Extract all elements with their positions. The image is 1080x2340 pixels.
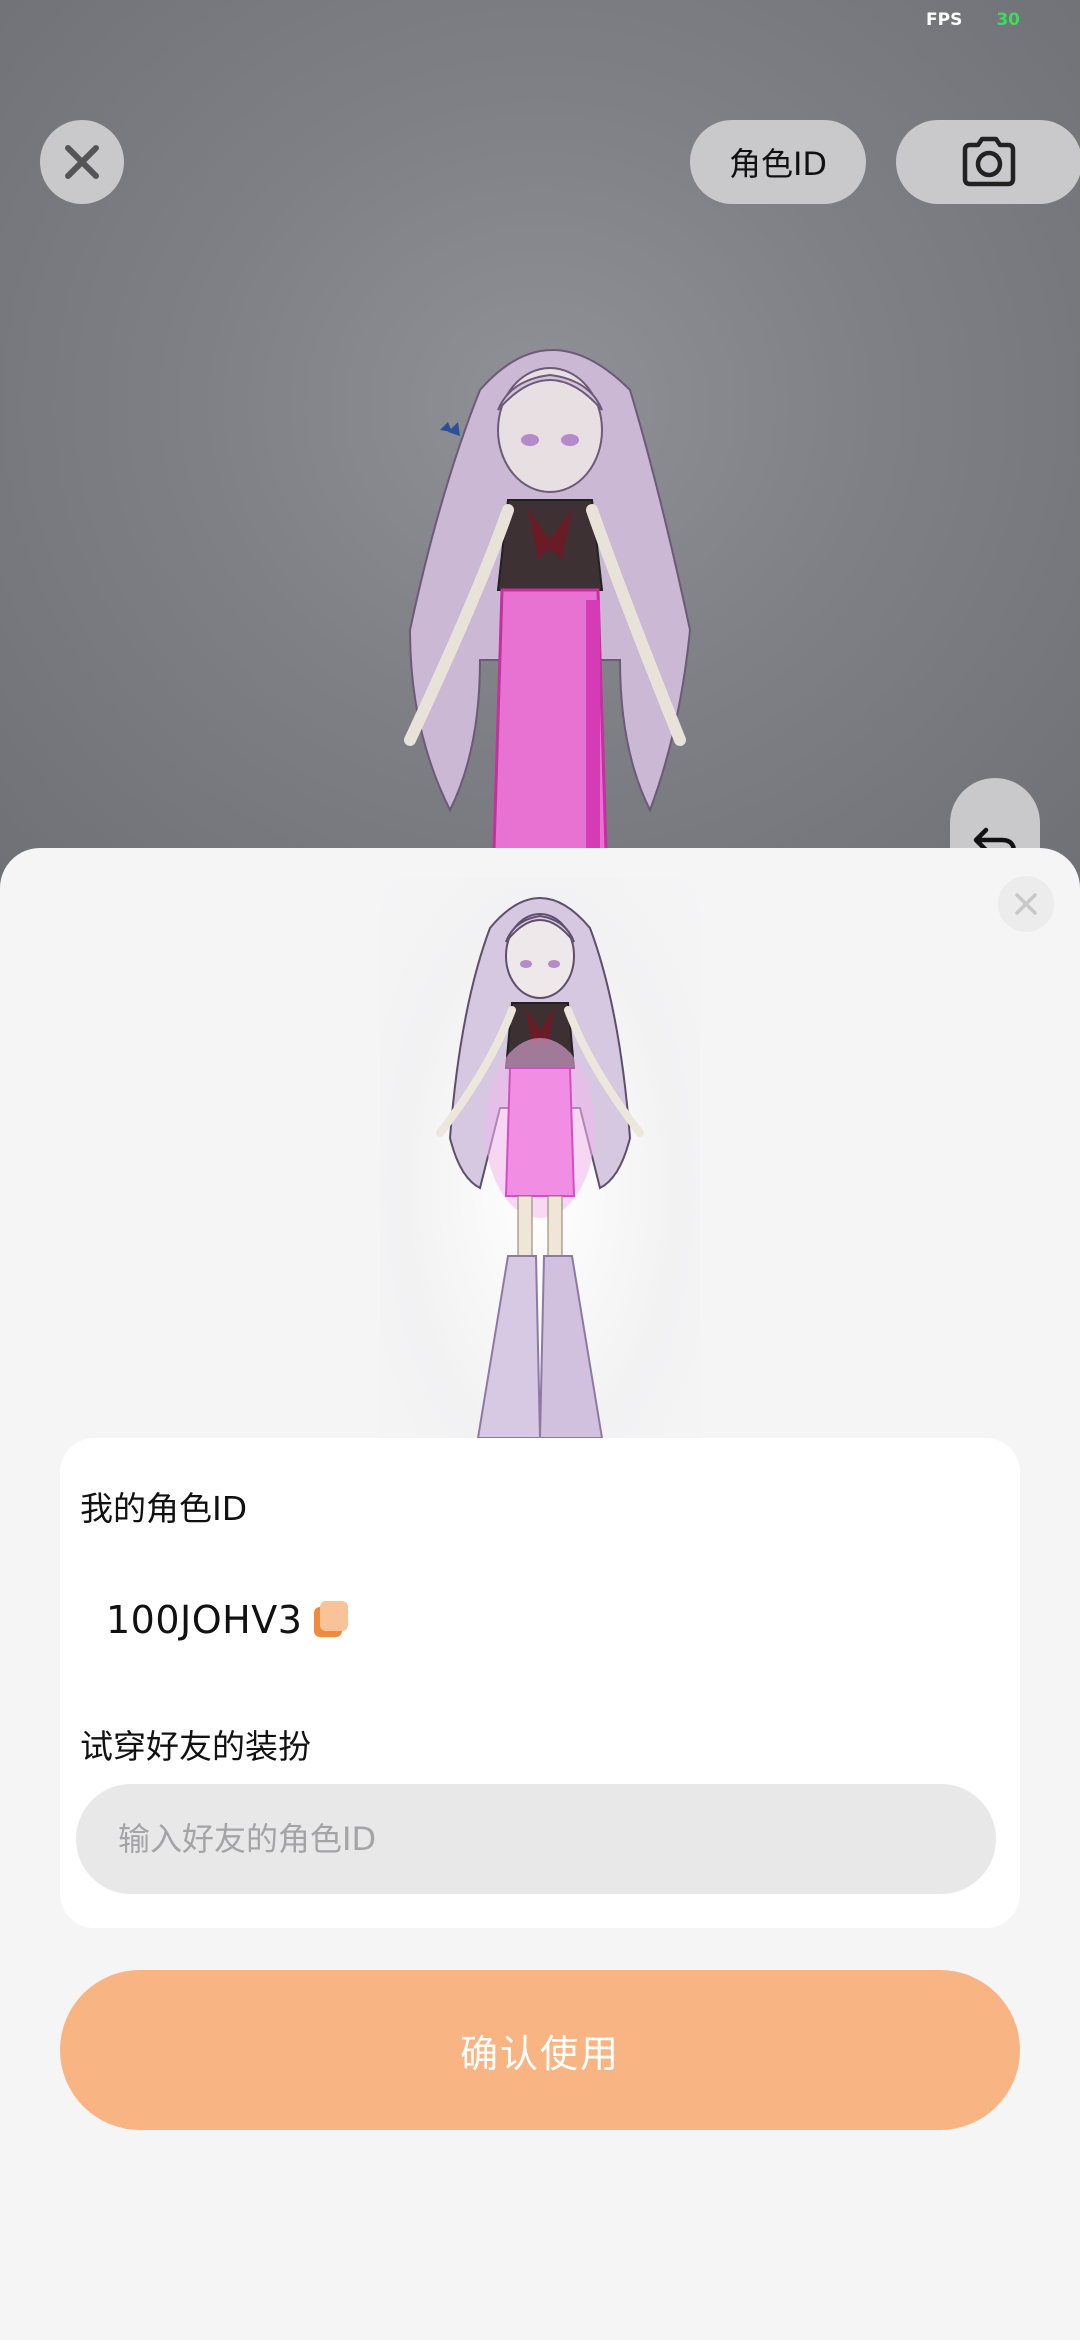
copy-icon[interactable] — [314, 1601, 352, 1639]
role-id-sheet: 我的角色ID 100JOHV3 试穿好友的装扮 确认使用 — [0, 848, 1080, 2340]
sheet-close-button[interactable] — [998, 876, 1054, 932]
try-on-label: 试穿好友的装扮 — [80, 1727, 311, 1766]
camera-button[interactable] — [896, 120, 1080, 204]
character-preview-figure — [436, 897, 644, 1439]
confirm-button[interactable]: 确认使用 — [60, 1970, 1020, 2130]
fps-value: 30 — [996, 10, 1020, 30]
avatar-character — [404, 349, 692, 852]
my-role-id-label: 我的角色ID — [80, 1489, 248, 1528]
close-icon — [65, 145, 99, 179]
close-button[interactable] — [40, 120, 124, 204]
character-preview — [380, 878, 700, 1439]
confirm-button-label: 确认使用 — [459, 2031, 620, 2076]
fps-label: FPS — [926, 10, 963, 30]
role-id-button-label: 角色ID — [728, 145, 828, 183]
friend-id-input[interactable] — [76, 1784, 996, 1894]
role-id-button[interactable]: 角色ID — [690, 120, 866, 204]
fps-counter: FPS 30 — [926, 10, 1020, 30]
role-id-card: 我的角色ID 100JOHV3 试穿好友的装扮 — [60, 1438, 1020, 1928]
avatar-scene[interactable]: FPS 30 角色ID — [0, 0, 1080, 900]
camera-icon — [962, 136, 1016, 187]
my-role-id-row: 100JOHV3 — [106, 1598, 352, 1642]
my-role-id-value: 100JOHV3 — [106, 1598, 303, 1642]
close-icon — [1015, 893, 1037, 915]
